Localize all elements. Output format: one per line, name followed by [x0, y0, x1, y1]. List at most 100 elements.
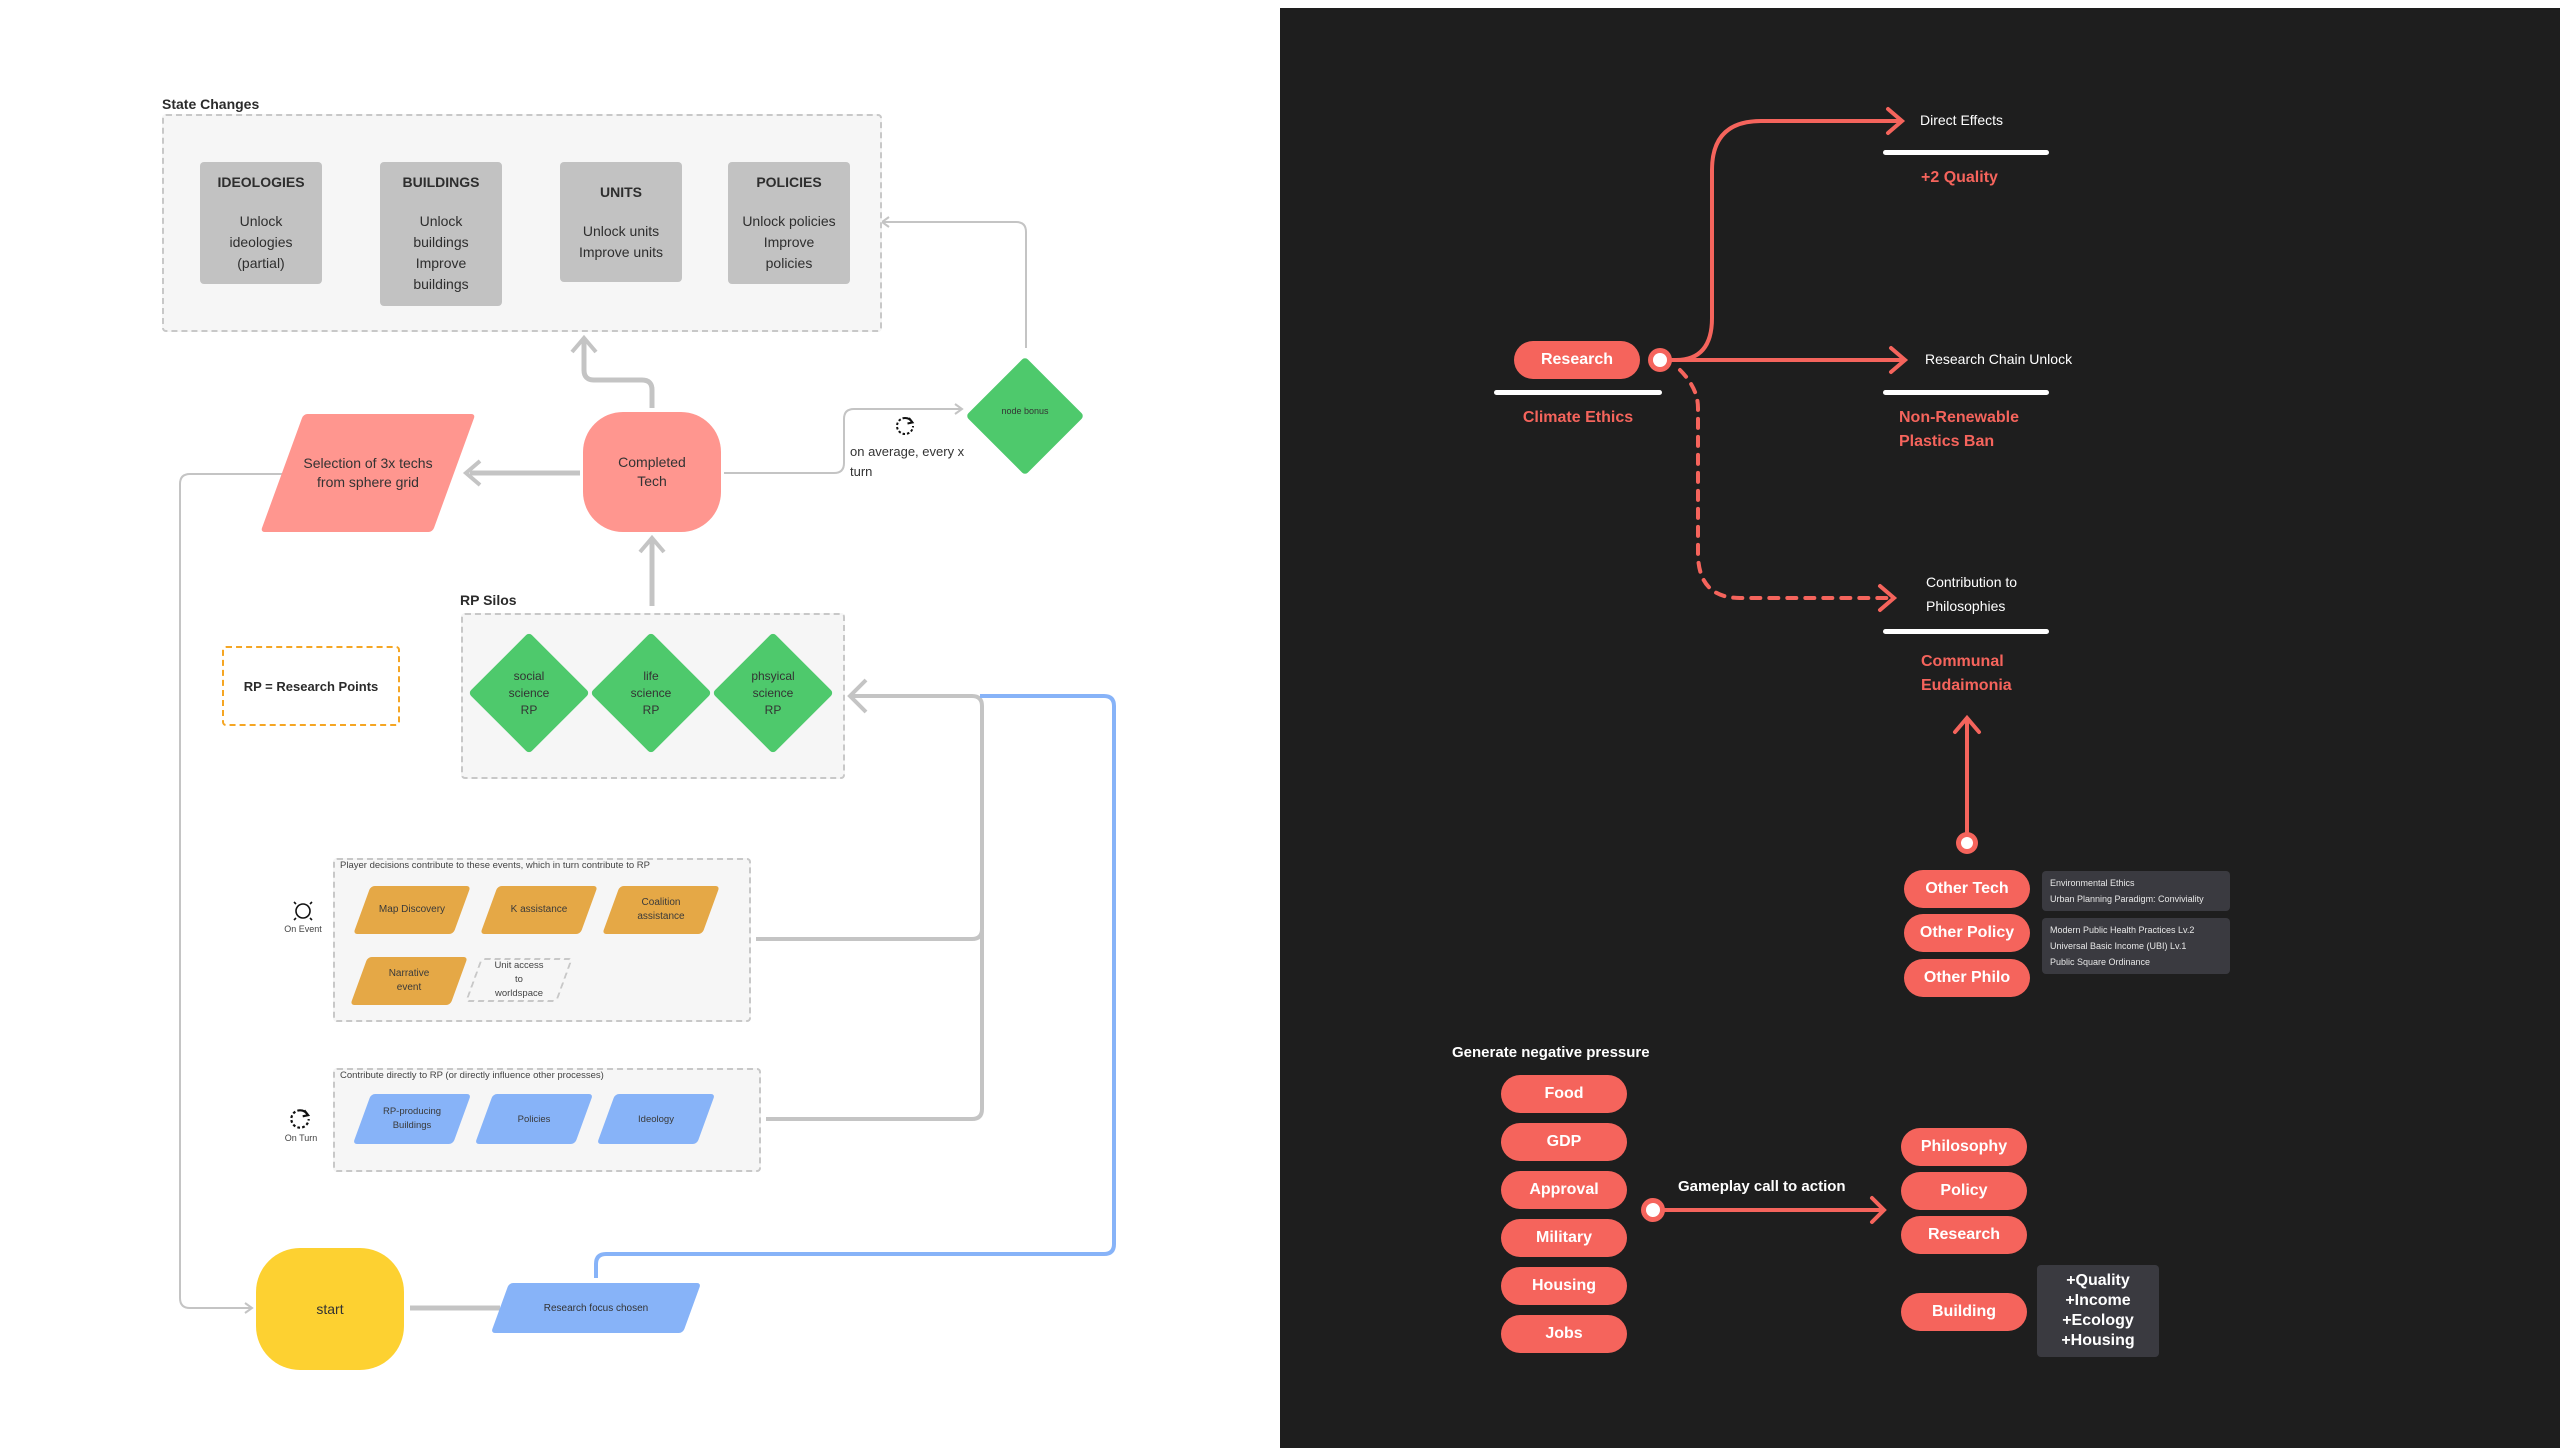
branch-value: Communal Eudaimonia — [1921, 653, 2012, 694]
pressure-military[interactable]: Military — [1501, 1219, 1627, 1257]
branch-label: Contribution to Philosophies — [1926, 574, 2018, 614]
card-line: buildings — [413, 276, 469, 292]
pressure-title: Generate negative pressure — [1452, 1044, 1650, 1061]
building-pill[interactable]: Building — [1901, 1293, 2027, 1331]
start-node[interactable]: start — [256, 1248, 404, 1370]
pressure-housing[interactable]: Housing — [1501, 1267, 1627, 1305]
card-line: Improve — [415, 255, 467, 271]
card-line: Improve — [763, 234, 815, 250]
branch-underline — [1883, 150, 2049, 155]
turn-label: Ideology — [638, 1113, 674, 1125]
unit-access-event[interactable]: Unit access to worldspace — [464, 958, 574, 1002]
completed-tech-node[interactable]: Completed Tech — [583, 412, 721, 532]
others-connector-dot — [1956, 832, 1978, 854]
event-burst-icon — [293, 901, 313, 921]
effect-line: +Housing — [2061, 1332, 2135, 1349]
research-focus-label: Research focus chosen — [543, 1302, 649, 1314]
flowchart-panel: State Changes IDEOLOGIES Unlock ideologi… — [0, 0, 1280, 1448]
effect-line: +Income — [2065, 1292, 2131, 1309]
branch-value: +2 Quality — [1921, 169, 1998, 186]
selection-node[interactable]: Selection of 3x techs from sphere grid — [260, 414, 476, 532]
card-title: IDEOLOGIES — [217, 174, 305, 190]
card-line: buildings — [413, 234, 469, 250]
other-policy-pill[interactable]: Other Policy — [1904, 914, 2030, 952]
turn-label: RP-producing Buildings — [382, 1106, 442, 1131]
branch-underline — [1883, 390, 2049, 395]
other-tech-tooltip: Environmental Ethics Urban Planning Para… — [2042, 871, 2230, 911]
event-label: Narrative event — [388, 968, 430, 993]
card-title: POLICIES — [756, 174, 822, 190]
event-label: Map Discovery — [378, 904, 446, 915]
buildings-card[interactable]: BUILDINGS Unlock buildings Improve build… — [380, 162, 502, 306]
effect-line: +Ecology — [2062, 1312, 2134, 1329]
on-turn-caption: Contribute directly to RP (or directly i… — [340, 1070, 604, 1081]
k-assistance-event[interactable]: K assistance — [480, 886, 598, 934]
pressure-food[interactable]: Food — [1501, 1075, 1627, 1113]
other-policy-tooltip: Modern Public Health Practices Lv.2 Univ… — [2042, 918, 2230, 974]
action-policy[interactable]: Policy — [1901, 1172, 2027, 1210]
pressure-gdp[interactable]: GDP — [1501, 1123, 1627, 1161]
action-research[interactable]: Research — [1901, 1216, 2027, 1254]
silo-label: phsyical science RP — [751, 668, 795, 717]
other-philo-pill[interactable]: Other Philo — [1904, 959, 2030, 997]
pressure-approval[interactable]: Approval — [1501, 1171, 1627, 1209]
card-line: (partial) — [237, 255, 285, 271]
turn-to-silos — [766, 930, 984, 1121]
philosophy-dashed-arrow — [1678, 368, 1897, 600]
silo-label: life science RP — [630, 668, 672, 717]
ideologies-card[interactable]: IDEOLOGIES Unlock ideologies (partial) — [200, 162, 322, 284]
event-label: Coalition assistance — [637, 897, 685, 922]
on-event-caption: Player decisions contribute to these eve… — [340, 860, 650, 871]
tooltip-line: Public Square Ordinance — [2050, 957, 2151, 967]
other-tech-pill[interactable]: Other Tech — [1904, 870, 2030, 908]
tooltip-line: Modern Public Health Practices Lv.2 — [2050, 925, 2195, 935]
effect-line: +Quality — [2066, 1272, 2130, 1289]
research-connector-dot — [1648, 348, 1672, 372]
policies-turn[interactable]: Policies — [474, 1094, 594, 1144]
branch-label: Direct Effects — [1920, 112, 2003, 128]
on-turn-label: On Turn — [284, 1133, 318, 1143]
card-title: BUILDINGS — [402, 174, 480, 190]
building-effects-tooltip: +Quality +Income +Ecology +Housing — [2037, 1265, 2159, 1357]
ideology-turn[interactable]: Ideology — [596, 1094, 716, 1144]
card-line: Unlock units — [582, 223, 660, 239]
direct-effects-arrow — [1675, 119, 1901, 362]
research-pill[interactable]: Research — [1514, 341, 1640, 379]
on-event-label: On Event — [284, 924, 322, 934]
selection-node-text: Selection of 3x techs from sphere grid — [303, 455, 433, 490]
source-underline — [1494, 390, 1662, 395]
branch-label: Research Chain Unlock — [1925, 351, 2073, 367]
tooltip-line: Urban Planning Paradigm: Conviviality — [2050, 894, 2204, 904]
policies-card[interactable]: POLICIES Unlock policies Improve policie… — [728, 162, 850, 284]
card-title: UNITS — [600, 184, 642, 200]
card-line: Unlock policies — [742, 213, 836, 229]
event-label: K assistance — [510, 904, 568, 915]
coalition-assistance-event[interactable]: Coalition assistance — [602, 886, 720, 934]
on-turn-cycle-icon — [290, 1109, 311, 1129]
tooltip-line: Environmental Ethics — [2050, 878, 2135, 888]
branch-underline — [1883, 629, 2049, 634]
rp-silos-label: RP Silos — [460, 592, 517, 608]
event-label: Unit access to worldspace — [494, 960, 544, 999]
pressure-jobs[interactable]: Jobs — [1501, 1315, 1627, 1353]
silo-label: social science RP — [508, 668, 550, 717]
node-bonus-to-state — [880, 216, 1027, 348]
action-philosophy[interactable]: Philosophy — [1901, 1128, 2027, 1166]
branch-value: Non-Renewable Plastics Ban — [1899, 409, 2020, 450]
loop-to-start — [179, 473, 283, 1314]
state-changes-label: State Changes — [162, 96, 260, 112]
rp-buildings-turn[interactable]: RP-producing Buildings — [352, 1094, 472, 1144]
units-card[interactable]: UNITS Unlock units Improve units — [560, 162, 682, 282]
card-line: ideologies — [229, 234, 293, 250]
research-effects-panel: Research Climate Ethics Direct Effects +… — [1280, 8, 2560, 1448]
map-discovery-event[interactable]: Map Discovery — [353, 886, 471, 934]
frequency-note: on average, every x turn — [850, 444, 965, 479]
card-line: Unlock — [419, 213, 463, 229]
pressure-connector-dot — [1641, 1198, 1665, 1222]
tooltip-line: Universal Basic Income (UBI) Lv.1 — [2050, 941, 2187, 951]
research-focus-node[interactable]: Research focus chosen — [490, 1283, 702, 1333]
narrative-event[interactable]: Narrative event — [350, 957, 468, 1005]
turn-cycle-icon — [896, 416, 915, 435]
card-line: policies — [765, 255, 813, 271]
source-name: Climate Ethics — [1522, 409, 1634, 426]
